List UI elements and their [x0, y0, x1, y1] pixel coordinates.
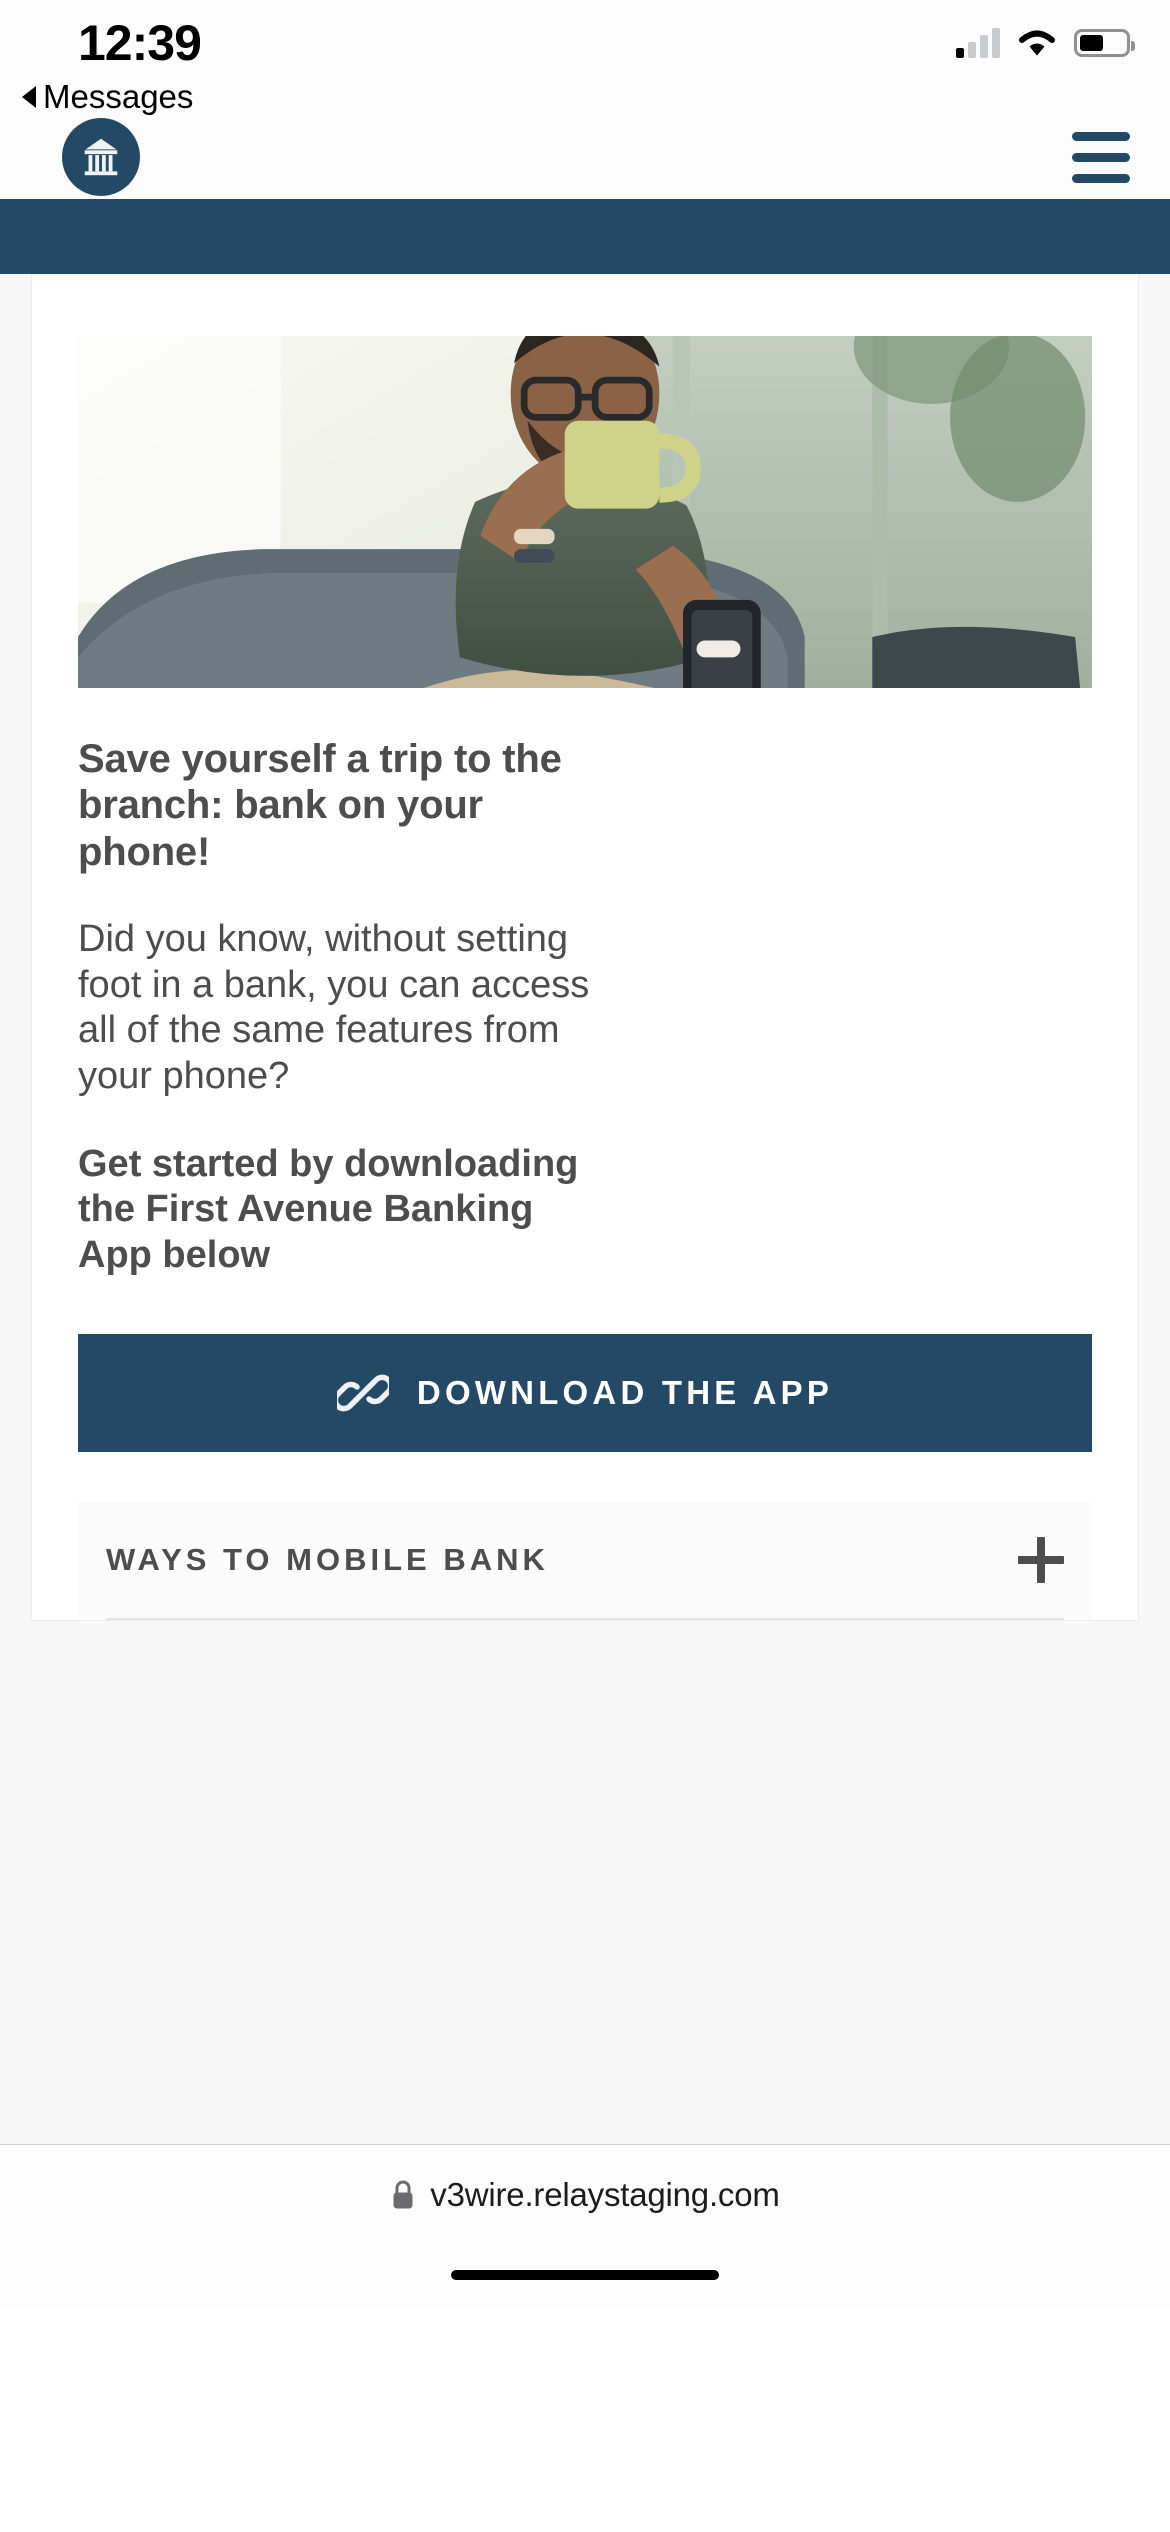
download-button-label: DOWNLOAD THE APP	[416, 1374, 834, 1412]
home-indicator[interactable]	[451, 2270, 719, 2280]
plus-icon[interactable]	[1018, 1537, 1064, 1584]
back-chevron-icon	[22, 86, 36, 108]
accordion: WAYS TO MOBILE BANK	[78, 1502, 1092, 1621]
content-card: Save yourself a trip to the branch: bank…	[32, 274, 1138, 1621]
ios-status-bar: 12:39 Messages	[0, 0, 1170, 115]
hamburger-menu-icon[interactable]	[1072, 131, 1130, 183]
bank-building-icon[interactable]	[62, 118, 140, 196]
bank-logo-glyph	[84, 138, 118, 176]
body-paragraph: Did you know, without setting foot in a …	[78, 918, 590, 1097]
battery-icon	[1074, 29, 1135, 57]
cta-lead-paragraph: Get started by downloading the First Ave…	[78, 1142, 579, 1276]
back-to-messages-link[interactable]: Messages	[22, 78, 193, 116]
site-header	[0, 115, 1170, 199]
page-canvas: Save yourself a trip to the branch: bank…	[0, 274, 1170, 2144]
hero-illustration	[78, 336, 1092, 688]
accordion-item-label: WAYS TO MOBILE BANK	[106, 1542, 549, 1578]
link-chain-icon	[336, 1374, 389, 1412]
signal-bars-icon	[956, 28, 1000, 58]
status-bar-indicators	[956, 28, 1135, 58]
lock-icon	[393, 2180, 413, 2208]
page-title: Save yourself a trip to the branch: bank…	[78, 737, 562, 874]
status-bar-time: 12:39	[78, 15, 202, 71]
home-indicator-area	[0, 2244, 1170, 2306]
accordion-item-ways-to-mobile-bank[interactable]: WAYS TO MOBILE BANK	[106, 1502, 1064, 1621]
browser-url-bar[interactable]: v3wire.relaystaging.com	[0, 2144, 1170, 2244]
back-label: Messages	[43, 78, 194, 115]
navy-accent-band	[0, 199, 1170, 274]
download-the-app-button[interactable]: DOWNLOAD THE APP	[78, 1334, 1092, 1453]
wifi-icon	[1019, 30, 1055, 56]
hero-photo	[78, 336, 1092, 688]
page-url: v3wire.relaystaging.com	[430, 2175, 780, 2213]
